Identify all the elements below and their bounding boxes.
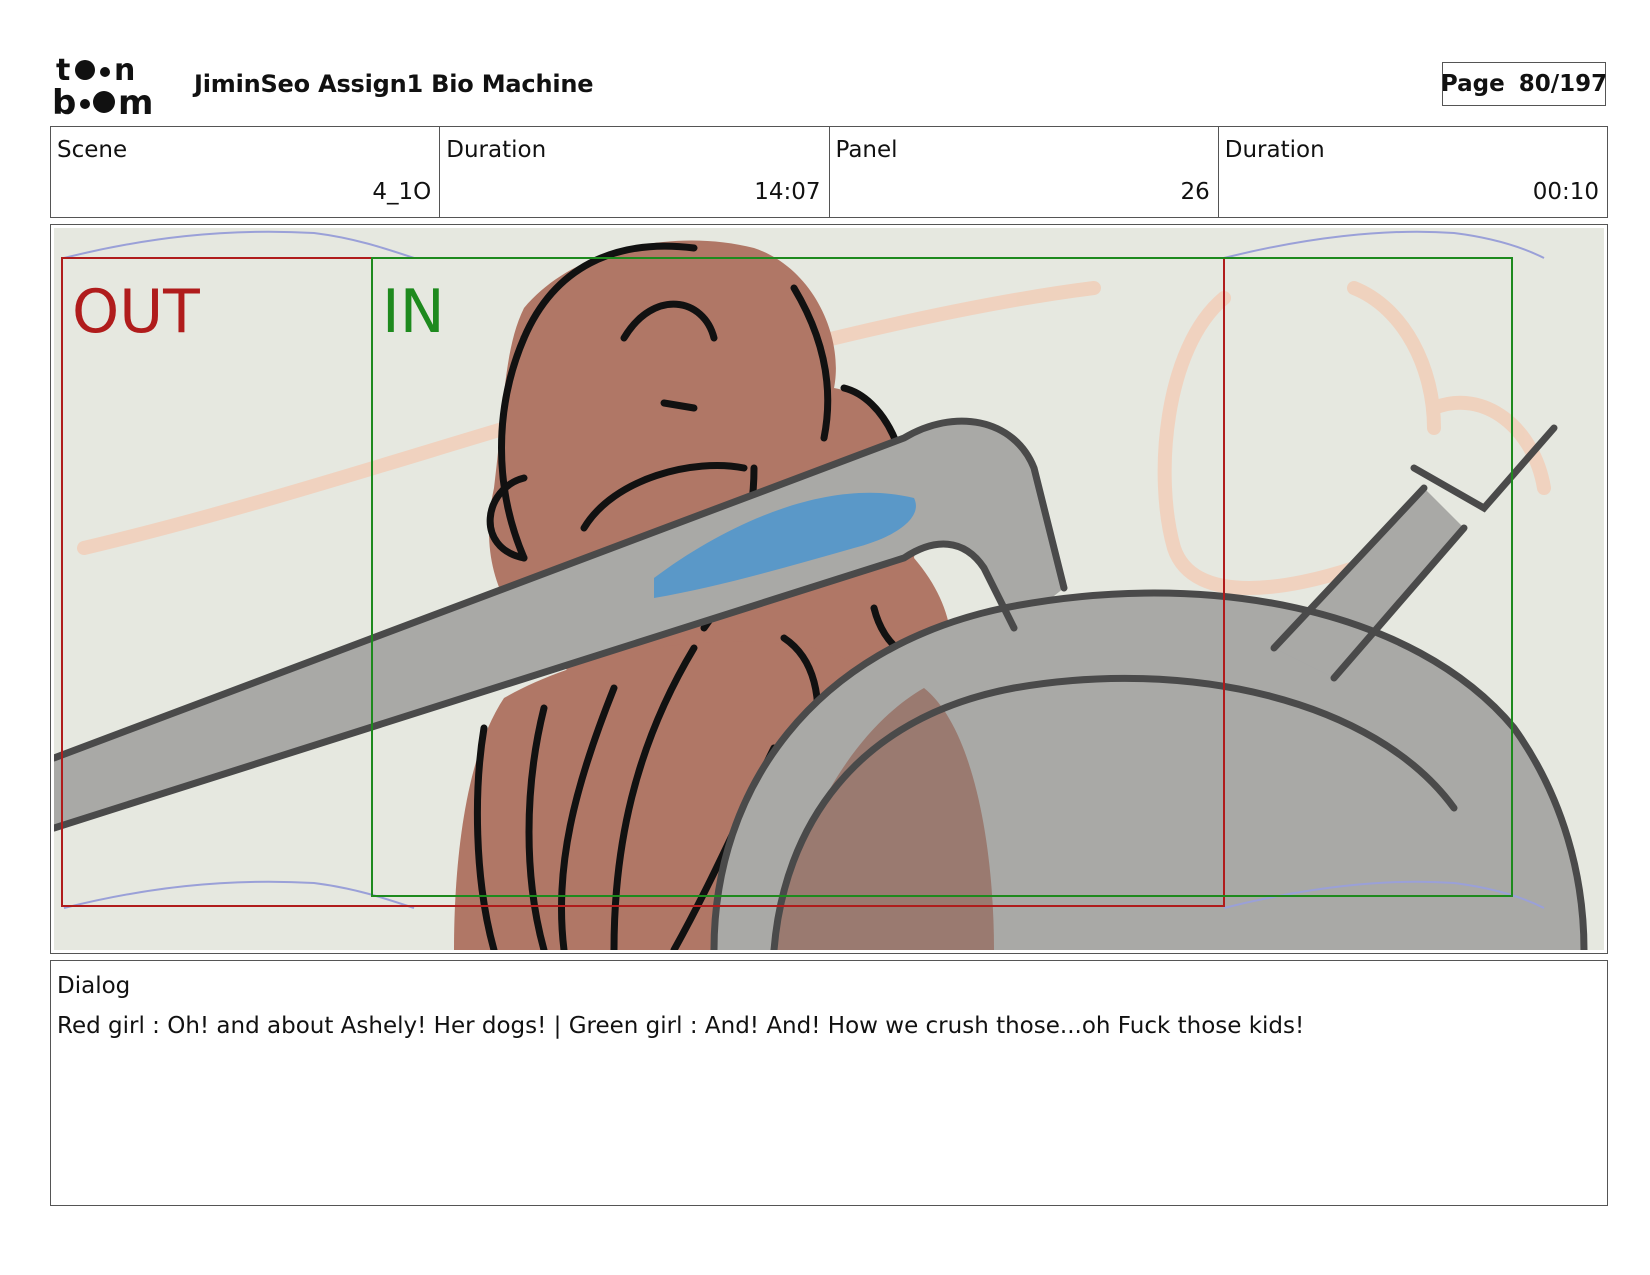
scene-cell: Scene 4_1O — [51, 127, 441, 217]
panel-drawing: OUT IN — [54, 228, 1604, 950]
panel-value: 26 — [1180, 179, 1210, 205]
svg-text:m: m — [118, 83, 153, 116]
out-label: OUT — [72, 277, 200, 347]
page-indicator: Page 80/197 — [1440, 62, 1608, 106]
panel-cell: Panel 26 — [830, 127, 1219, 217]
project-title: JiminSeo Assign1 Bio Machine — [194, 70, 594, 98]
page-label: Page — [1440, 71, 1505, 97]
svg-text:b: b — [52, 83, 76, 116]
scene-label: Scene — [57, 137, 128, 163]
panel-duration-value: 00:10 — [1532, 179, 1599, 205]
scene-duration-label: Duration — [446, 137, 547, 163]
panel-duration-label: Duration — [1224, 137, 1325, 163]
scene-duration-cell: Duration 14:07 — [440, 127, 830, 217]
toonboom-logo: t n b m — [52, 53, 153, 116]
in-label: IN — [382, 277, 445, 347]
panel-duration-cell: Duration 00:10 — [1219, 127, 1607, 217]
scene-duration-value: 14:07 — [754, 179, 821, 205]
page-number: 80/197 — [1518, 71, 1608, 97]
dialog-text: Red girl : Oh! and about Ashely! Her dog… — [57, 1013, 1305, 1039]
scene-info-table: Scene 4_1O Duration 14:07 Panel 26 Durat… — [50, 126, 1608, 218]
dialog-box: Dialog Red girl : Oh! and about Ashely! … — [50, 960, 1608, 1206]
storyboard-panel: OUT IN — [50, 224, 1608, 954]
scene-value: 4_1O — [372, 179, 432, 205]
panel-label: Panel — [835, 137, 898, 163]
dialog-label: Dialog — [57, 973, 131, 999]
